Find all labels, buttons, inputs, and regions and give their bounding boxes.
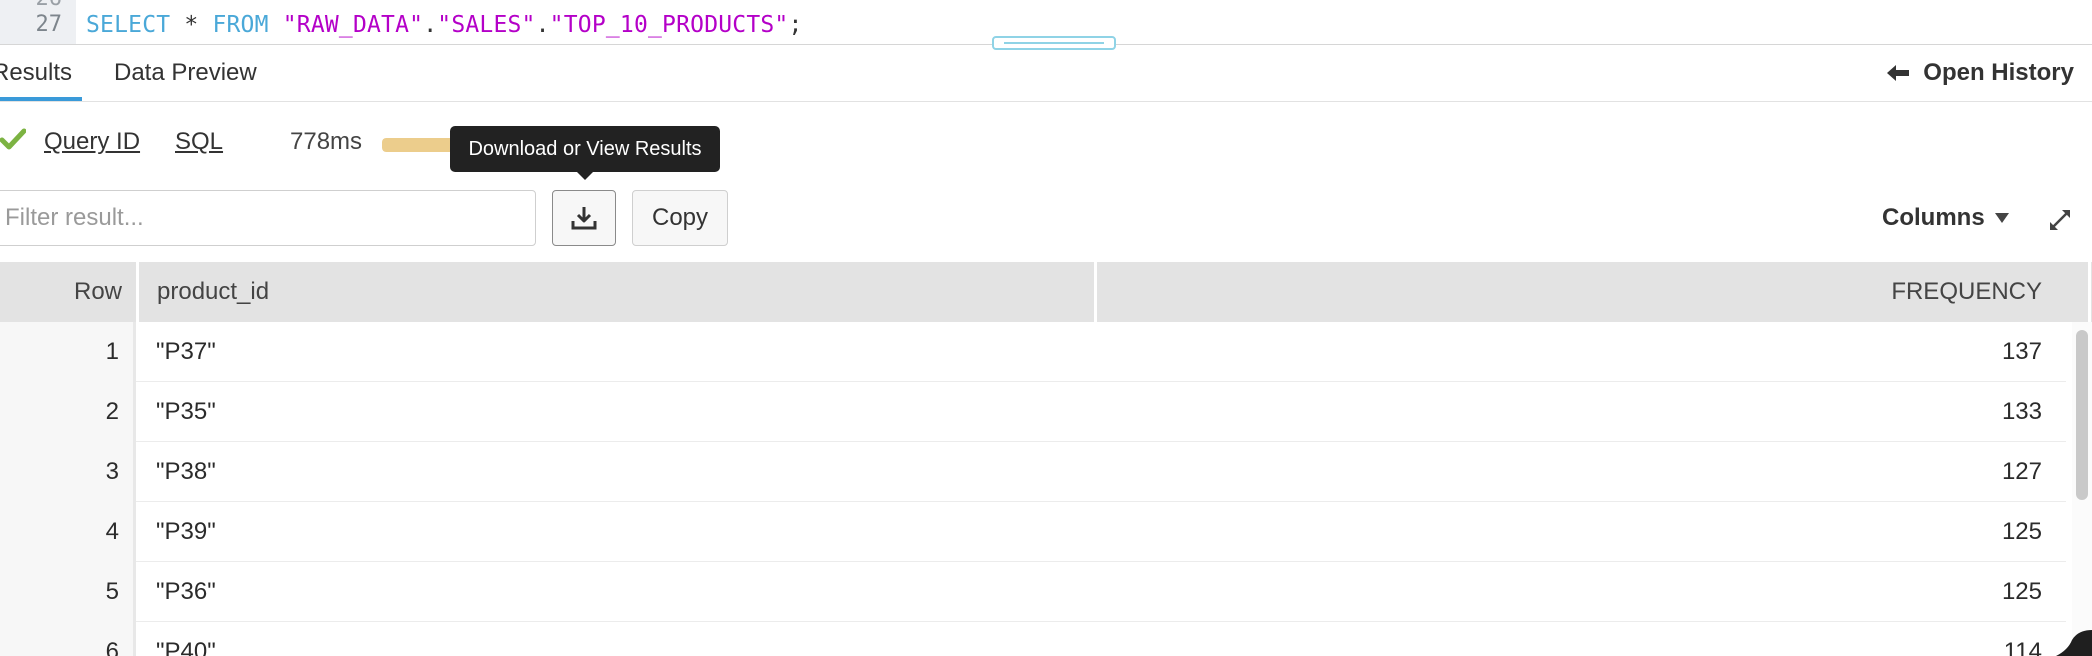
line-number: 27 — [35, 12, 63, 37]
query-duration: 778ms — [290, 128, 363, 155]
row-number-cell: 4 — [0, 502, 136, 562]
columns-label: Columns — [1882, 204, 1985, 231]
download-icon — [571, 207, 597, 230]
product-id-cell[interactable]: "P38" — [156, 442, 216, 502]
row-number-cell: 3 — [0, 442, 136, 502]
results-tabs: Results Data Preview Open History — [0, 45, 2092, 102]
row-number-cell: 6 — [0, 622, 136, 656]
column-divider[interactable] — [1094, 262, 1097, 322]
frequency-cell[interactable]: 137 — [1098, 322, 2042, 382]
caret-down-icon — [1994, 213, 2009, 223]
column-divider — [2088, 262, 2091, 322]
scrollbar-thumb[interactable] — [2076, 330, 2088, 500]
filter-result-input[interactable] — [0, 190, 536, 246]
pane-resize-handle[interactable] — [992, 36, 1116, 50]
code-line[interactable]: SELECT * FROM "RAW_DATA"."SALES"."TOP_10… — [86, 12, 803, 38]
arrow-left-icon — [1887, 65, 1910, 81]
table-row[interactable]: 6 "P40" 114 — [0, 622, 2066, 656]
frequency-cell[interactable]: 114 — [1098, 622, 2042, 656]
column-header-frequency[interactable]: FREQUENCY — [1098, 262, 2042, 322]
keyword-from: FROM — [212, 12, 269, 38]
row-number-cell: 5 — [0, 562, 136, 622]
table-body: 1 "P37" 137 2 "P35" 133 3 "P38" 127 4 "P… — [0, 322, 2066, 656]
frequency-cell[interactable]: 125 — [1098, 562, 2042, 622]
row-number-cell: 1 — [0, 322, 136, 382]
frequency-cell[interactable]: 127 — [1098, 442, 2042, 502]
worksheet: 26 27 SELECT * FROM "RAW_DATA"."SALES"."… — [0, 0, 2092, 656]
active-tab-indicator — [0, 97, 82, 101]
frequency-cell[interactable]: 125 — [1098, 502, 2042, 562]
expand-icon[interactable] — [2048, 208, 2072, 232]
query-id-link[interactable]: Query ID — [44, 128, 140, 156]
product-id-cell[interactable]: "P40" — [156, 622, 216, 656]
tab-data-preview[interactable]: Data Preview — [114, 59, 257, 87]
product-id-cell[interactable]: "P35" — [156, 382, 216, 442]
product-id-cell[interactable]: "P37" — [156, 322, 216, 382]
results-table: Row product_id FREQUENCY 1 "P37" 137 2 "… — [0, 262, 2092, 656]
code-table: "TOP_10_PRODUCTS" — [549, 12, 789, 38]
frequency-cell[interactable]: 133 — [1098, 382, 2042, 442]
open-history-button[interactable]: Open History — [1887, 59, 2074, 87]
column-header-product-id[interactable]: product_id — [139, 262, 1094, 322]
table-row[interactable]: 2 "P35" 133 — [0, 382, 2066, 442]
download-button[interactable] — [552, 190, 616, 246]
product-id-cell[interactable]: "P39" — [156, 502, 216, 562]
line-number-prev: 26 — [36, 0, 63, 11]
table-row[interactable]: 1 "P37" 137 — [0, 322, 2066, 382]
columns-dropdown[interactable]: Columns — [1882, 204, 2009, 232]
code-semicolon: ; — [788, 12, 803, 38]
tab-results[interactable]: Results — [0, 59, 72, 87]
download-tooltip: Download or View Results — [450, 126, 720, 180]
product-id-cell[interactable]: "P36" — [156, 562, 216, 622]
code-star: * — [170, 12, 213, 38]
table-row[interactable]: 3 "P38" 127 — [0, 442, 2066, 502]
code-schema: "SALES" — [437, 12, 536, 38]
keyword-select: SELECT — [86, 12, 171, 38]
copy-button[interactable]: Copy — [632, 190, 728, 246]
table-header: Row product_id FREQUENCY — [0, 262, 2092, 322]
open-history-label: Open History — [1923, 59, 2074, 86]
table-row[interactable]: 4 "P39" 125 — [0, 502, 2066, 562]
code-dot: . — [423, 12, 438, 38]
line-gutter: 26 27 — [0, 0, 76, 44]
check-icon — [0, 128, 26, 150]
sql-link[interactable]: SQL — [175, 128, 223, 156]
row-number-cell: 2 — [0, 382, 136, 442]
code-database: "RAW_DATA" — [282, 12, 424, 38]
code-dot: . — [535, 12, 550, 38]
window-corner — [2056, 630, 2092, 656]
column-header-row[interactable]: Row — [0, 262, 136, 322]
table-row[interactable]: 5 "P36" 125 — [0, 562, 2066, 622]
